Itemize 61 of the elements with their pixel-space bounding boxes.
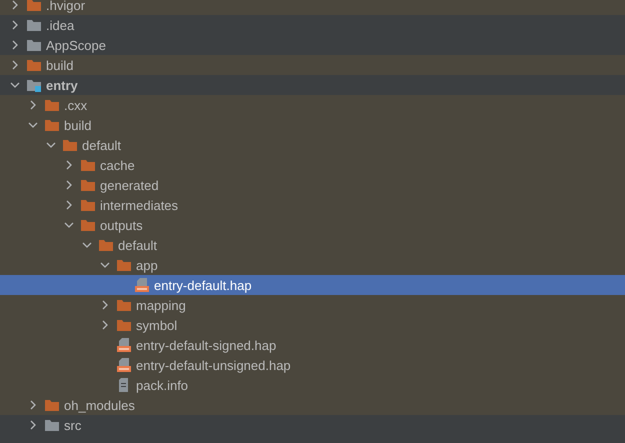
tree-row[interactable]: cache bbox=[0, 155, 625, 175]
tree-row[interactable]: app bbox=[0, 255, 625, 275]
file-name: outputs bbox=[100, 218, 143, 232]
file-name: symbol bbox=[136, 318, 178, 332]
file-name: pack.info bbox=[136, 378, 188, 392]
file-name: intermediates bbox=[100, 198, 178, 212]
tree-row[interactable]: .hvigor bbox=[0, 0, 625, 15]
tree-row[interactable]: outputs bbox=[0, 215, 625, 235]
file-name: default bbox=[82, 138, 122, 152]
file-name: generated bbox=[100, 178, 159, 192]
tree-row[interactable]: entry-default-signed.hap bbox=[0, 335, 625, 355]
chevron-right-icon[interactable] bbox=[28, 100, 38, 110]
chevron-right-icon[interactable] bbox=[10, 0, 20, 10]
chevron-down-icon[interactable] bbox=[46, 140, 56, 150]
file-name: entry-default.hap bbox=[154, 278, 252, 292]
file-name: .cxx bbox=[64, 98, 88, 112]
file-name: app bbox=[136, 258, 158, 272]
file-name: mapping bbox=[136, 298, 186, 312]
hap-file-icon bbox=[116, 338, 132, 352]
file-name: entry bbox=[46, 78, 78, 92]
chevron-down-icon[interactable] bbox=[82, 240, 92, 250]
chevron-down-icon[interactable] bbox=[64, 220, 74, 230]
file-name: build bbox=[46, 58, 74, 72]
file-name: default bbox=[118, 238, 158, 252]
file-name: .idea bbox=[46, 18, 74, 32]
file-name: src bbox=[64, 418, 82, 432]
file-name: entry-default-unsigned.hap bbox=[136, 358, 291, 372]
chevron-right-icon[interactable] bbox=[10, 40, 20, 50]
chevron-down-icon[interactable] bbox=[28, 120, 38, 130]
chevron-right-icon[interactable] bbox=[100, 300, 110, 310]
tree-row[interactable]: default bbox=[0, 235, 625, 255]
tree-row[interactable]: .cxx bbox=[0, 95, 625, 115]
file-name: build bbox=[64, 118, 92, 132]
tree-row[interactable]: build bbox=[0, 55, 625, 75]
chevron-right-icon[interactable] bbox=[10, 60, 20, 70]
tree-row[interactable]: entry-default-unsigned.hap bbox=[0, 355, 625, 375]
chevron-right-icon[interactable] bbox=[10, 20, 20, 30]
tree-row[interactable]: mapping bbox=[0, 295, 625, 315]
file-name: cache bbox=[100, 158, 135, 172]
file-name: AppScope bbox=[46, 38, 106, 52]
chevron-right-icon[interactable] bbox=[28, 400, 38, 410]
hap-file-icon bbox=[134, 278, 150, 292]
tree-row[interactable]: oh_modules bbox=[0, 395, 625, 415]
tree-row[interactable]: default bbox=[0, 135, 625, 155]
tree-row[interactable]: generated bbox=[0, 175, 625, 195]
tree-row[interactable]: build bbox=[0, 115, 625, 135]
file-name: entry-default-signed.hap bbox=[136, 338, 276, 352]
chevron-right-icon[interactable] bbox=[28, 420, 38, 430]
chevron-right-icon[interactable] bbox=[64, 180, 74, 190]
tree-row[interactable]: entry-default.hap bbox=[0, 275, 625, 295]
chevron-down-icon[interactable] bbox=[10, 80, 20, 90]
file-name: oh_modules bbox=[64, 398, 135, 412]
chevron-right-icon[interactable] bbox=[64, 160, 74, 170]
chevron-right-icon[interactable] bbox=[64, 200, 74, 210]
tree-row[interactable]: pack.info bbox=[0, 375, 625, 395]
file-name: .hvigor bbox=[46, 0, 86, 12]
chevron-right-icon[interactable] bbox=[100, 320, 110, 330]
hap-file-icon bbox=[116, 358, 132, 372]
chevron-down-icon[interactable] bbox=[100, 260, 110, 270]
tree-row[interactable]: symbol bbox=[0, 315, 625, 335]
tree-row[interactable]: intermediates bbox=[0, 195, 625, 215]
